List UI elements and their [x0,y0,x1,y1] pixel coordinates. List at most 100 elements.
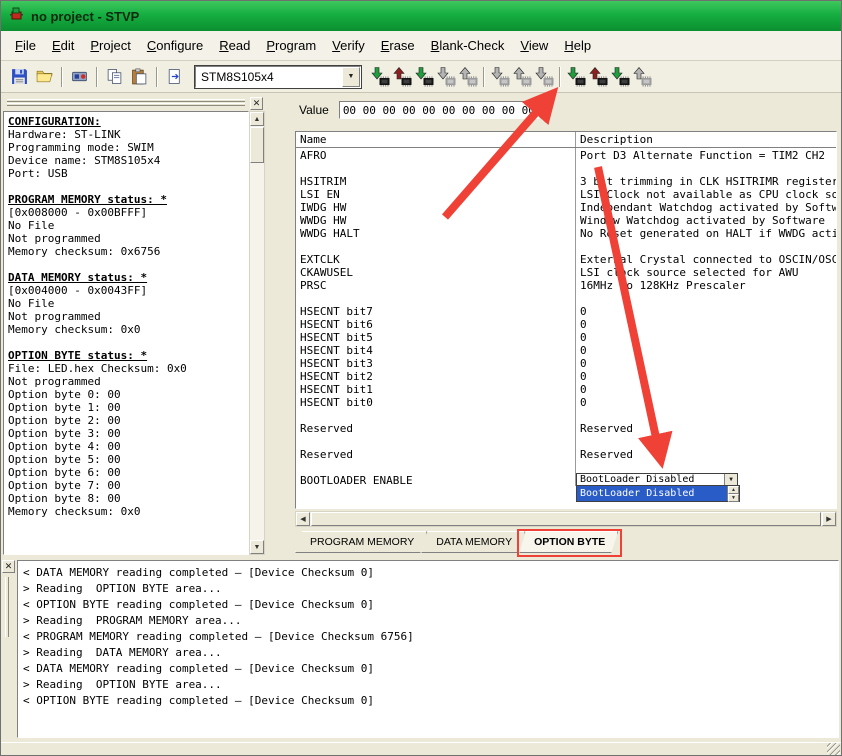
menu-blank-check[interactable]: Blank-Check [423,33,513,58]
scroll-left-icon[interactable]: ◀ [296,512,310,526]
verify-all-button[interactable] [533,65,555,89]
config-line: Hardware: ST-LINK [8,128,121,141]
table-row[interactable]: CKAWUSEL LSI clock source selected for AW… [296,265,836,278]
menu-help[interactable]: Help [556,33,599,58]
config-line: Option byte 2: 00 [8,414,121,427]
bootloader-dropdown-list[interactable]: BootLoader Disabled ▲ ▼ [576,485,740,502]
folder-icon [36,68,53,85]
table-row[interactable]: HSECNT bit3 0 [296,356,836,369]
table-row[interactable]: HSECNT bit0 0 [296,395,836,408]
config-panel-titlebar[interactable]: ✕ [3,95,265,111]
save-button[interactable] [7,65,32,89]
table-row[interactable]: PRSC 16MHz to 128KHz Prescaler [296,278,836,291]
dropdown-item-selected[interactable]: BootLoader Disabled [577,486,727,501]
table-row[interactable]: LSI_EN LSI Clock not available as CPU clo… [296,187,836,200]
option-name-cell [296,239,576,252]
menu-read[interactable]: Read [211,33,258,58]
option-name-cell: LSI_EN [296,187,576,200]
option-description-cell [576,408,836,421]
program-all-button[interactable] [489,65,511,89]
option-description-cell [576,239,836,252]
config-heading: OPTION BYTE status: * [8,349,148,362]
close-icon[interactable]: ✕ [250,96,263,110]
table-row[interactable]: HSECNT bit6 0 [296,317,836,330]
scroll-thumb[interactable] [311,512,821,526]
configure-programmer-button[interactable] [67,65,92,89]
option-description-cell: 3 bit trimming in CLK_HSITRIMR register [580,175,836,187]
table-row[interactable]: Reserved Reserved [296,421,836,434]
verify-device-button[interactable] [609,65,631,89]
app-icon [8,6,24,27]
value-input[interactable]: 00 00 00 00 00 00 00 00 00 00 [338,101,539,119]
read-current-tab-button[interactable] [391,65,413,89]
option-name-cell: HSECNT bit3 [296,356,576,369]
menu-erase[interactable]: Erase [373,33,423,58]
status-bar [1,742,841,755]
menu-view[interactable]: View [512,33,556,58]
option-rows: AFRO Port D3 Alternate Function = TIM2_CH… [296,148,836,486]
config-line: Device name: STM8S105x4 [8,154,161,167]
scroll-thumb[interactable] [250,127,264,163]
table-row-spacer [296,408,836,421]
program-current-tab-icon [370,66,391,87]
stvp-window: no project - STVP File Edit Project Configu… [0,0,842,756]
table-row[interactable]: HSECNT bit1 0 [296,382,836,395]
scroll-down-icon[interactable]: ▼ [728,494,739,502]
dock-grip[interactable] [7,99,245,107]
table-row[interactable]: EXTCLK External Crystal connected to OSCI… [296,252,836,265]
menu-project[interactable]: Project [82,33,138,58]
erase-device-button[interactable] [631,65,653,89]
read-device-button[interactable] [587,65,609,89]
tab-option-byte[interactable]: OPTION BYTE [519,531,618,553]
menu-program[interactable]: Program [258,33,324,58]
table-row[interactable]: HSECNT bit2 0 [296,369,836,382]
chevron-down-icon[interactable]: ▼ [342,66,360,87]
tab-program-memory[interactable]: PROGRAM MEMORY [295,531,427,553]
table-row[interactable]: HSECNT bit5 0 [296,330,836,343]
table-row[interactable]: WWDG_HW Window Watchdog activated by Soft… [296,213,836,226]
program-device-button[interactable] [565,65,587,89]
table-row[interactable]: HSECNT bit4 0 [296,343,836,356]
dropdown-list-scrollbar[interactable]: ▲ ▼ [727,486,739,502]
program-address-range-button[interactable] [435,65,457,89]
log-line: < DATA MEMORY reading completed — [Devic… [23,566,374,579]
tab-data-memory[interactable]: DATA MEMORY [421,531,525,553]
toolbar-separator [559,66,561,87]
menu-verify[interactable]: Verify [324,33,373,58]
toolbar-separator [96,66,98,87]
device-selector[interactable]: STM8S105x4 ▼ [194,64,362,89]
menu-edit[interactable]: Edit [44,33,82,58]
open-button[interactable] [32,65,57,89]
table-row[interactable]: BOOTLOADER ENABLE BootLoader Disabled ▼ [296,473,836,486]
program-current-tab-button[interactable] [369,65,391,89]
config-line: Option byte 8: 00 [8,492,121,505]
table-row[interactable]: HSECNT bit7 0 [296,304,836,317]
table-row[interactable]: WWDG_HALT No Reset generated on HALT if W… [296,226,836,239]
config-heading: CONFIGURATION: [8,115,101,128]
scroll-right-icon[interactable]: ▶ [822,512,836,526]
table-horizontal-scrollbar[interactable]: ◀ ▶ [295,511,837,527]
send-file-button[interactable] [162,65,187,89]
menu-file[interactable]: File [7,33,44,58]
chevron-down-icon[interactable]: ▼ [724,474,737,485]
read-all-button[interactable] [511,65,533,89]
config-scrollbar[interactable]: ▲ ▼ [249,111,265,555]
close-icon[interactable]: ✕ [2,560,15,573]
scroll-down-icon[interactable]: ▼ [250,540,264,554]
table-row[interactable]: IWDG_HW Independant Watchdog activated by… [296,200,836,213]
table-row[interactable]: AFRO Port D3 Alternate Function = TIM2_CH… [296,148,836,161]
verify-device-icon [610,66,631,87]
menu-configure[interactable]: Configure [139,33,211,58]
table-row[interactable]: Reserved Reserved [296,447,836,460]
table-row[interactable]: HSITRIM 3 bit trimming in CLK_HSITRIMR re… [296,174,836,187]
read-device-icon [588,66,609,87]
read-address-range-button[interactable] [457,65,479,89]
verify-current-tab-button[interactable] [413,65,435,89]
dock-grip[interactable] [5,577,9,637]
option-description-cell: External Crystal connected to OSCIN/OSCO… [580,253,836,265]
scroll-up-icon[interactable]: ▲ [728,486,739,494]
scroll-up-icon[interactable]: ▲ [250,112,264,126]
resize-grip[interactable] [827,743,840,755]
copy-button[interactable] [102,65,127,89]
paste-button[interactable] [127,65,152,89]
